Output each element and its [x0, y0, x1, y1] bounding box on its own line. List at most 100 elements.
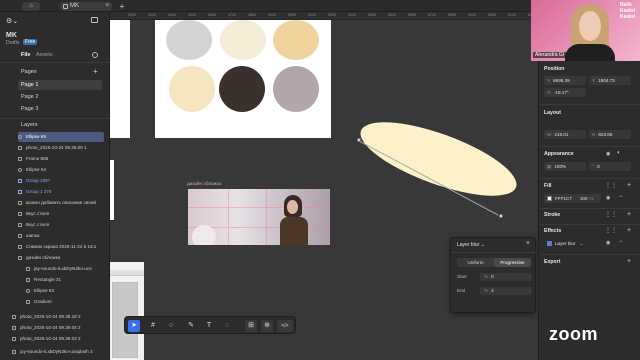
- gradient-start-handle[interactable]: [357, 138, 361, 142]
- comment-tool-icon[interactable]: ◌: [221, 320, 233, 332]
- tab-file[interactable]: File: [21, 52, 30, 58]
- move-tool-icon[interactable]: ➤: [128, 320, 140, 332]
- neon-sign-line: Kaskd: [620, 14, 636, 20]
- layer-row[interactable]: Gradient: [26, 297, 104, 307]
- remove-effect-icon[interactable]: −: [619, 239, 623, 245]
- layer-row[interactable]: Frame 868: [18, 154, 104, 164]
- eye-icon[interactable]: ◉: [606, 151, 610, 157]
- file-name[interactable]: MK: [6, 32, 17, 39]
- y-input[interactable]: Y 1804.73: [589, 76, 631, 85]
- corner-radius-input[interactable]: ⌜ 0: [589, 162, 631, 171]
- color-palette-board[interactable]: [155, 20, 331, 138]
- palette-swatch[interactable]: [220, 20, 266, 60]
- file-tab[interactable]: MK ×: [60, 2, 112, 11]
- end-input[interactable]: % 4: [480, 287, 532, 295]
- width-input[interactable]: W 218.01: [544, 130, 586, 139]
- frame-label[interactable]: дизайн обложка: [187, 181, 221, 186]
- sidebar-toggle-icon[interactable]: [91, 17, 98, 23]
- layer-row[interactable]: Group 1 378: [18, 187, 104, 197]
- remove-fill-icon[interactable]: −: [619, 194, 623, 200]
- page-item[interactable]: Page 3: [18, 104, 102, 114]
- add-effect-button[interactable]: +: [627, 227, 631, 234]
- eye-icon[interactable]: ◉: [606, 240, 610, 246]
- layer-row[interactable]: photo_2025-10-24 09.39.09 1: [18, 143, 104, 153]
- layer-row[interactable]: Ellipse 65: [18, 132, 104, 142]
- layer-row[interactable]: Ellipse 64: [18, 165, 104, 175]
- start-input[interactable]: % 0: [480, 273, 532, 281]
- ruler-tick-label: 5800: [448, 13, 456, 17]
- effect-settings-icon[interactable]: [547, 241, 552, 247]
- palette-swatch[interactable]: [166, 20, 212, 60]
- w-value: 218.01: [554, 132, 569, 137]
- progressive-option[interactable]: Progressive: [494, 258, 531, 267]
- effect-row[interactable]: Layer blur ⌄: [544, 239, 602, 248]
- frame-icon: [18, 156, 22, 161]
- layer-row[interactable]: photo_2025-10-24 09.39.03 2: [12, 334, 104, 344]
- tab-assets[interactable]: Assets: [36, 52, 53, 58]
- close-tab-icon[interactable]: ×: [105, 2, 109, 11]
- artboard-left[interactable]: [110, 20, 130, 138]
- figma-menu-icon[interactable]: ⚙⌄: [6, 17, 18, 25]
- ellipse-65[interactable]: [352, 107, 525, 211]
- shape-tool-icon[interactable]: ○: [165, 320, 177, 332]
- layer-name: Group 1087: [26, 178, 51, 183]
- plugins-icon[interactable]: ⊕: [261, 320, 273, 332]
- palette-swatch[interactable]: [273, 20, 319, 60]
- frame-tool-icon[interactable]: #: [147, 320, 159, 332]
- layer-row[interactable]: photo_2025-10-24 09.39.18 2: [12, 312, 104, 322]
- search-icon[interactable]: [92, 52, 98, 58]
- layer-row[interactable]: Ellipse 63: [26, 286, 104, 296]
- layer-row[interactable]: Rectangle 31: [26, 275, 104, 285]
- layer-row[interactable]: Group 1087: [18, 176, 104, 186]
- gradient-end-handle[interactable]: [499, 214, 503, 218]
- add-stroke-button[interactable]: +: [627, 211, 631, 218]
- opacity-input[interactable]: ▦ 100%: [544, 162, 586, 171]
- layer-row[interactable]: можно добавить описание своей: [18, 198, 104, 208]
- pen-tool-icon[interactable]: ✎: [185, 320, 197, 332]
- fill-opacity: 100: [579, 196, 588, 201]
- palette-swatch[interactable]: [273, 66, 319, 112]
- add-export-button[interactable]: +: [627, 258, 631, 265]
- rotation-input[interactable]: ⟲ -18.17°: [544, 88, 586, 97]
- add-fill-button[interactable]: +: [627, 182, 631, 189]
- add-page-button[interactable]: +: [93, 68, 98, 76]
- fill-color-input[interactable]: FFF1C7 100%: [544, 194, 601, 203]
- artboard-bottom[interactable]: [110, 262, 144, 360]
- actions-icon[interactable]: ⊞: [245, 320, 257, 332]
- layer-row[interactable]: Вкус стиля: [18, 220, 104, 230]
- dev-mode-icon[interactable]: </>: [277, 320, 293, 332]
- layer-name: дизайн обложка: [26, 255, 61, 260]
- home-tab[interactable]: ⌂: [22, 2, 40, 11]
- page-item[interactable]: Page 2: [18, 92, 102, 102]
- new-tab-button[interactable]: +: [118, 2, 126, 11]
- styles-icon[interactable]: ⋮⋮: [605, 227, 617, 234]
- eye-icon[interactable]: ◉: [606, 195, 610, 201]
- styles-icon[interactable]: ⋮⋮: [605, 182, 617, 189]
- palette-swatch[interactable]: [219, 66, 265, 112]
- layer-name: photo_2025-10-24 09.39.09 1: [26, 145, 87, 150]
- palette-swatch[interactable]: [169, 66, 215, 112]
- layer-name: Ellipse 65: [26, 134, 46, 139]
- canvas[interactable]: дизайн обложка Layer blur ⌄ × Uniform Pr…: [110, 20, 538, 360]
- height-input[interactable]: H 603.85: [589, 130, 631, 139]
- layer-row[interactable]: photo_2025-10-24 09.39.04 2: [12, 323, 104, 333]
- layer-row[interactable]: jay-soundo-iLxbDyN3ko-uns: [26, 264, 104, 274]
- layer-row[interactable]: Вкус стиля: [18, 209, 104, 219]
- uniform-option[interactable]: Uniform: [457, 258, 494, 267]
- popover-title[interactable]: Layer blur ⌄: [457, 242, 485, 248]
- layer-row[interactable]: шапка: [18, 231, 104, 241]
- layer-row[interactable]: Снимок экрана 2025-11-24 в 16:1: [18, 242, 104, 252]
- page-item[interactable]: Page 1: [18, 80, 102, 90]
- percent-icon: %: [484, 288, 489, 293]
- text-tool-icon[interactable]: T: [203, 320, 215, 332]
- fill-swatch[interactable]: [547, 196, 552, 202]
- layer-row[interactable]: дизайн обложка: [18, 253, 104, 263]
- blend-mode-icon[interactable]: ◐: [617, 150, 621, 156]
- styles-icon[interactable]: ⋮⋮: [605, 211, 617, 218]
- cover-image[interactable]: [188, 189, 330, 245]
- image-icon: [12, 349, 16, 354]
- image-icon: [12, 336, 16, 341]
- layer-row[interactable]: jay-soundo-iLxbDyN3ko-unsplash 3: [12, 347, 104, 357]
- x-input[interactable]: X 6698.39: [544, 76, 586, 85]
- close-icon[interactable]: ×: [526, 240, 530, 247]
